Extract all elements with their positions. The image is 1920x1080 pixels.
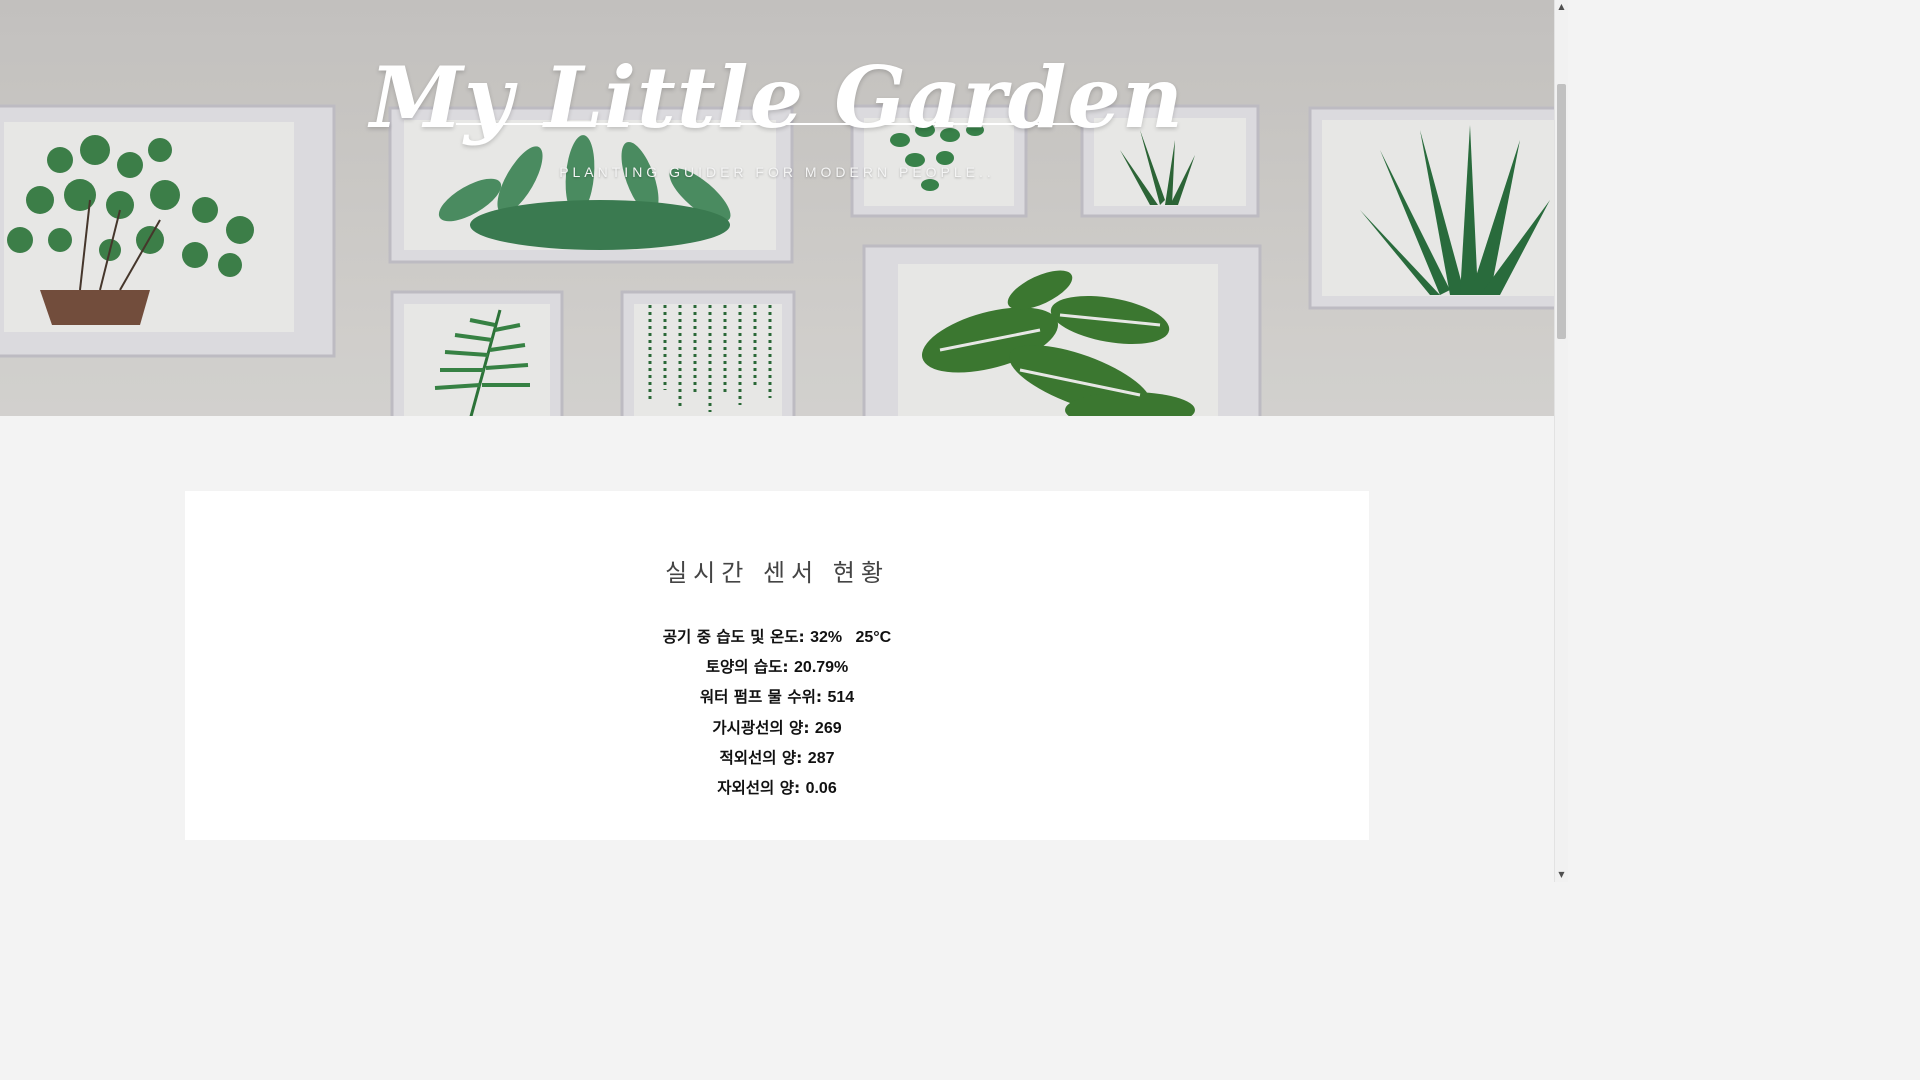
site-title: My Little Garden <box>370 48 1184 148</box>
scroll-down-icon[interactable]: ▼ <box>1555 868 1568 882</box>
vertical-scrollbar[interactable]: ▲ ▼ <box>1554 0 1568 882</box>
page-viewport: My Little Garden PLANTING GUIDER FOR MOD… <box>0 0 1554 882</box>
hero-banner: My Little Garden PLANTING GUIDER FOR MOD… <box>0 0 1554 416</box>
site-subtitle: PLANTING GUIDER FOR MODERN PEOPLE.. <box>559 164 995 180</box>
sensor-value: 32% 25°C <box>810 629 892 646</box>
sensor-label: 워터 펌프 물 수위: <box>699 688 823 707</box>
title-divider <box>456 123 1098 125</box>
sensor-row-visible-light: 가시광선의 양: 269 <box>185 716 1369 746</box>
sensor-label: 적외선의 양: <box>719 748 803 767</box>
sensor-row-water-level: 워터 펌프 물 수위: 514 <box>185 685 1369 715</box>
sensor-label: 자외선의 양: <box>717 778 801 797</box>
sensor-status-card: 실시간 센서 현황 공기 중 습도 및 온도: 32% 25°C 토양의 습도:… <box>185 491 1369 840</box>
sensor-label: 토양의 습도: <box>705 658 789 677</box>
sensor-value: 514 <box>827 689 855 707</box>
sensor-value: 287 <box>807 749 835 767</box>
sensor-label: 가시광선의 양: <box>712 718 810 737</box>
sensor-row-infrared: 적외선의 양: 287 <box>185 746 1369 776</box>
sensor-value: 0.06 <box>805 779 837 797</box>
sensor-row-ultraviolet: 자외선의 양: 0.06 <box>185 776 1369 806</box>
sensor-list: 공기 중 습도 및 온도: 32% 25°C 토양의 습도: 20.79% 워터… <box>185 625 1369 806</box>
scroll-up-icon[interactable]: ▲ <box>1555 0 1568 14</box>
scrollbar-thumb[interactable] <box>1557 84 1566 339</box>
sensor-row-soil-moisture: 토양의 습도: 20.79% <box>185 655 1369 685</box>
sensor-label: 공기 중 습도 및 온도: <box>662 628 805 646</box>
sensor-value: 269 <box>814 719 842 737</box>
sensor-heading: 실시간 센서 현황 <box>665 559 889 587</box>
sensor-value: 20.79% <box>794 659 849 677</box>
sensor-row-air-humidity-temp: 공기 중 습도 및 온도: 32% 25°C <box>185 625 1369 655</box>
